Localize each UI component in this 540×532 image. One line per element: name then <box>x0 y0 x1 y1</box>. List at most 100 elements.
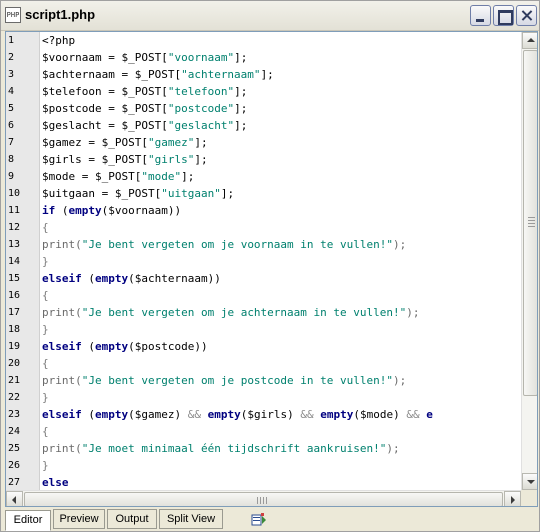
title-bar[interactable]: PHP script1.php <box>1 1 539 31</box>
line-number: 6 <box>8 120 15 131</box>
line-number: 15 <box>8 273 21 284</box>
tab-preview[interactable]: Preview <box>53 509 105 529</box>
tab-output[interactable]: Output <box>107 509 157 529</box>
code-token: "uitgaan" <box>161 187 221 200</box>
code-line[interactable]: $mode = $_POST["mode"]; <box>42 168 194 185</box>
code-token: ]; <box>194 153 208 166</box>
horizontal-scroll-thumb[interactable] <box>24 492 503 506</box>
code-token: print( <box>42 374 82 387</box>
code-token: $achternaam = $_POST[ <box>42 68 182 81</box>
line-number: 27 <box>8 477 21 488</box>
code-token: ($postcode)) <box>128 340 208 353</box>
scrollbar-corner <box>521 490 537 506</box>
code-token: "telefoon" <box>167 85 235 98</box>
horizontal-scrollbar[interactable] <box>6 490 521 506</box>
code-token: $telefoon = $_POST[ <box>42 85 168 98</box>
code-token: $uitgaan = $_POST[ <box>42 187 162 200</box>
code-token: "girls" <box>147 153 195 166</box>
code-line[interactable]: $postcode = $_POST["postcode"]; <box>42 100 247 117</box>
line-number: 22 <box>8 392 21 403</box>
line-number: 7 <box>8 137 15 148</box>
code-line[interactable]: print("Je bent vergeten om je achternaam… <box>42 304 420 321</box>
code-line[interactable]: } <box>42 321 49 338</box>
code-token: empty <box>320 408 354 421</box>
code-token: ( <box>81 408 95 421</box>
code-line[interactable]: elseif (empty($achternaam)) <box>42 270 221 287</box>
maximize-button[interactable] <box>493 5 514 26</box>
close-button[interactable] <box>516 5 537 26</box>
grip-line <box>263 497 264 504</box>
line-number: 18 <box>8 324 21 335</box>
line-number: 23 <box>8 409 21 420</box>
line-number: 12 <box>8 222 21 233</box>
grip-line <box>528 217 535 218</box>
code-line[interactable]: print("Je bent vergeten om je postcode i… <box>42 372 406 389</box>
code-token: $geslacht = $_POST[ <box>42 119 168 132</box>
code-line[interactable]: else <box>42 474 69 490</box>
code-line[interactable]: { <box>42 287 49 304</box>
line-number: 5 <box>8 103 15 114</box>
code-line[interactable]: $uitgaan = $_POST["uitgaan"]; <box>42 185 234 202</box>
code-token: ); <box>393 374 407 387</box>
code-line[interactable]: { <box>42 355 49 372</box>
scroll-left-button[interactable] <box>6 491 23 506</box>
code-line[interactable]: $gamez = $_POST["gamez"]; <box>42 134 208 151</box>
code-editor[interactable]: 1 2 3 4 5 6 7 8 9 10 11 12 13 14 15 16 17 18 19 20 21 22 23 24 2… <box>5 31 538 507</box>
code-token: ]; <box>234 119 248 132</box>
code-line[interactable]: $geslacht = $_POST["geslacht"]; <box>42 117 247 134</box>
code-token: ); <box>393 238 407 251</box>
code-token: ($voornaam)) <box>101 204 182 217</box>
code-token: ); <box>406 306 420 319</box>
line-number: 26 <box>8 460 21 471</box>
code-line[interactable]: if (empty($voornaam)) <box>42 202 181 219</box>
code-token: print( <box>42 442 82 455</box>
code-line[interactable]: print("Je moet minimaal één tijdschrift … <box>42 440 400 457</box>
tab-split-view[interactable]: Split View <box>159 509 223 529</box>
code-token: { <box>42 425 49 438</box>
code-line[interactable]: } <box>42 253 49 270</box>
arrow-left-icon <box>12 496 16 504</box>
code-token: } <box>42 323 49 336</box>
code-line[interactable]: elseif (empty($postcode)) <box>42 338 208 355</box>
code-token: && <box>187 408 201 421</box>
code-token: "postcode" <box>167 102 235 115</box>
code-line[interactable]: { <box>42 219 49 236</box>
scroll-up-button[interactable] <box>522 32 537 49</box>
arrow-down-icon <box>527 480 535 484</box>
grip-line <box>257 497 258 504</box>
code-line[interactable]: <?php <box>42 32 75 49</box>
minimize-button[interactable] <box>470 5 491 26</box>
split-toggle-icon[interactable] <box>251 513 267 527</box>
vertical-scrollbar[interactable] <box>521 32 537 490</box>
code-line[interactable]: print("Je bent vergeten om je voornaam i… <box>42 236 406 253</box>
code-token: ($girls) <box>240 408 301 421</box>
code-token: else <box>42 476 69 489</box>
code-line[interactable]: { <box>42 423 49 440</box>
code-line[interactable]: $girls = $_POST["girls"]; <box>42 151 208 168</box>
scroll-down-button[interactable] <box>522 473 537 490</box>
tab-editor[interactable]: Editor <box>5 510 51 531</box>
line-number: 9 <box>8 171 15 182</box>
code-line[interactable]: elseif (empty($gamez) && empty($girls) &… <box>42 406 433 423</box>
code-line[interactable]: } <box>42 457 49 474</box>
code-line[interactable]: $voornaam = $_POST["voornaam"]; <box>42 49 247 66</box>
code-area[interactable]: <?php $voornaam = $_POST["voornaam"]; $ach… <box>42 32 520 490</box>
code-token: ($gamez) <box>128 408 188 421</box>
line-number: 24 <box>8 426 21 437</box>
code-token: } <box>42 391 49 404</box>
code-token: } <box>42 255 49 268</box>
code-token: empty <box>207 408 241 421</box>
editor-window: PHP script1.php 1 2 3 4 5 6 7 8 9 10 11 12 13 14 15 16 1… <box>0 0 540 532</box>
code-token: ]; <box>234 85 248 98</box>
code-line[interactable]: $telefoon = $_POST["telefoon"]; <box>42 83 247 100</box>
vertical-scroll-thumb[interactable] <box>523 50 537 396</box>
code-line[interactable]: } <box>42 389 49 406</box>
line-number: 1 <box>8 35 15 46</box>
code-token: ]; <box>234 102 248 115</box>
code-token: "Je moet minimaal één tijdschrift aankru… <box>81 442 387 455</box>
scroll-right-button[interactable] <box>504 491 521 506</box>
code-token: ( <box>55 204 69 217</box>
code-token: if <box>42 204 56 217</box>
code-token: $mode = $_POST[ <box>42 170 142 183</box>
code-line[interactable]: $achternaam = $_POST["achternaam"]; <box>42 66 274 83</box>
